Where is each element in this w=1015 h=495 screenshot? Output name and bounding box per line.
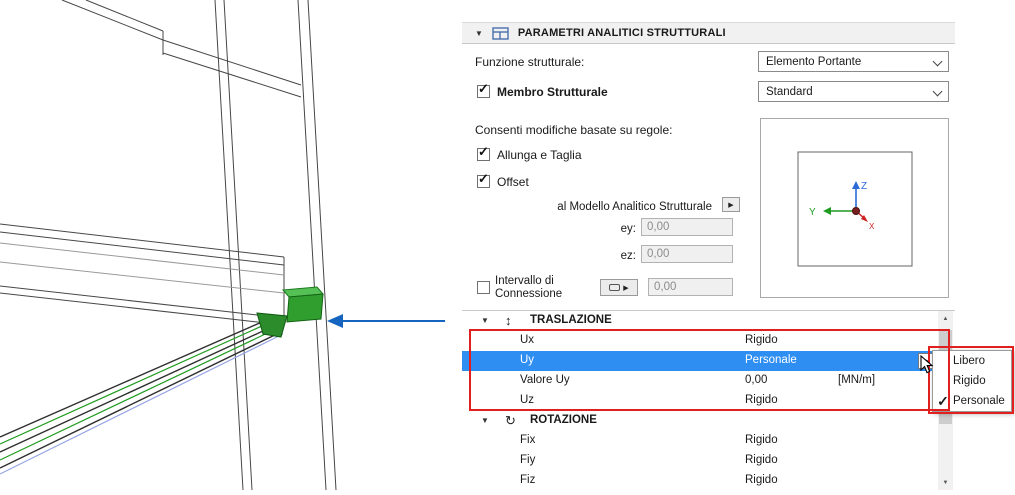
table-row-fix[interactable]: Fix Rigido bbox=[462, 431, 938, 451]
arrow-right-icon: ▶ bbox=[923, 358, 930, 365]
ez-value: 0,00 bbox=[647, 248, 670, 260]
check-icon: ✓ bbox=[937, 393, 949, 409]
axis-x-label: X bbox=[869, 222, 875, 231]
table-row-fiz[interactable]: Fiz Rigido bbox=[462, 471, 938, 491]
membro-value: Standard bbox=[766, 85, 813, 98]
check-icon: ✓ bbox=[478, 144, 489, 159]
menu-item-personale[interactable]: ✓ Personale bbox=[933, 391, 1011, 411]
panel-header[interactable]: ▼ PARAMETRI ANALITICI STRUTTURALI bbox=[462, 22, 955, 44]
axis-z-label: Z bbox=[861, 181, 867, 192]
section-label: ROTAZIONE bbox=[530, 414, 597, 426]
arrow-right-icon: ▶ bbox=[728, 201, 734, 209]
collapse-icon[interactable]: ▼ bbox=[475, 29, 483, 38]
table-row-ux[interactable]: Ux Rigido bbox=[462, 331, 938, 351]
ey-value: 0,00 bbox=[647, 221, 670, 233]
section-rotazione[interactable]: ▼ ↻ ROTAZIONE bbox=[462, 411, 938, 431]
table-row-fiy[interactable]: Fiy Rigido bbox=[462, 451, 938, 471]
row-value: 0,00 bbox=[745, 374, 768, 386]
check-icon: ✓ bbox=[478, 81, 489, 96]
funzione-label: Funzione strutturale: bbox=[475, 55, 585, 69]
row-unit: [MN/m] bbox=[838, 374, 876, 386]
table-row-valore-uy[interactable]: Valore Uy 0,00 [MN/m] bbox=[462, 371, 938, 391]
model-3d-viewport[interactable] bbox=[0, 0, 460, 491]
range-icon bbox=[609, 284, 621, 291]
scroll-down-button[interactable]: ▼ bbox=[938, 475, 953, 490]
panel-title: PARAMETRI ANALITICI STRUTTURALI bbox=[517, 27, 726, 39]
row-name: Fix bbox=[520, 434, 536, 446]
row-value: Rigido bbox=[745, 474, 778, 486]
translation-icon: ↕ bbox=[505, 313, 512, 328]
wireframe-model bbox=[0, 0, 445, 491]
axes-diagram: Z Y X bbox=[797, 151, 913, 267]
structural-parameters-icon bbox=[492, 26, 509, 40]
value-dropdown-menu: Libero Rigido ✓ Personale bbox=[932, 350, 1012, 412]
menu-item-label: Rigido bbox=[953, 375, 986, 387]
table-row-uz[interactable]: Uz Rigido bbox=[462, 391, 938, 411]
row-name: Uy bbox=[520, 354, 535, 366]
allunga-checkbox[interactable]: ✓ bbox=[477, 144, 490, 161]
modello-label: al Modello Analitico Strutturale bbox=[557, 201, 712, 213]
membro-label: Membro Strutturale bbox=[497, 85, 608, 99]
row-value: Rigido bbox=[745, 334, 778, 346]
menu-item-libero[interactable]: Libero bbox=[933, 351, 1011, 371]
regole-label: Consenti modifiche basate su regole: bbox=[475, 123, 673, 137]
ey-field: 0,00 bbox=[641, 218, 733, 236]
row-name: Fiz bbox=[520, 474, 536, 486]
intervallo-checkbox[interactable] bbox=[477, 281, 490, 294]
row-name: Ux bbox=[520, 334, 535, 346]
row-value: Rigido bbox=[745, 394, 778, 406]
row-value: Personale bbox=[745, 354, 797, 366]
origin-dot bbox=[852, 207, 860, 215]
scroll-up-button[interactable]: ▲ bbox=[938, 311, 953, 326]
check-icon: ✓ bbox=[478, 171, 489, 186]
allunga-label: Allunga e Taglia bbox=[497, 148, 582, 162]
profile-preview: Z Y X bbox=[760, 118, 949, 298]
intervallo-label: Intervallo di Connessione bbox=[495, 275, 563, 300]
ey-label: ey: bbox=[620, 223, 636, 235]
menu-item-label: Personale bbox=[953, 395, 1005, 407]
intervallo-value: 0,00 bbox=[654, 281, 677, 293]
funzione-value: Elemento Portante bbox=[766, 55, 862, 68]
collapse-icon[interactable]: ▼ bbox=[481, 416, 489, 425]
table-row-uy-selected[interactable]: Uy Personale ▶ bbox=[462, 351, 938, 371]
intervallo-field: 0,00 bbox=[648, 278, 733, 296]
ez-label: ez: bbox=[620, 250, 636, 262]
section-label: TRASLAZIONE bbox=[530, 314, 612, 326]
row-name: Valore Uy bbox=[520, 374, 570, 386]
row-value: Rigido bbox=[745, 454, 778, 466]
axis-y-label: Y bbox=[809, 207, 816, 218]
membro-dropdown[interactable]: Standard bbox=[758, 81, 949, 102]
connection-node bbox=[256, 286, 325, 338]
row-value: Rigido bbox=[745, 434, 778, 446]
row-name: Fiy bbox=[520, 454, 536, 466]
menu-item-rigido[interactable]: Rigido bbox=[933, 371, 1011, 391]
collapse-icon[interactable]: ▼ bbox=[481, 316, 489, 325]
intervallo-type-button[interactable]: ▶ bbox=[600, 279, 638, 296]
chevron-down-icon bbox=[932, 56, 943, 67]
rotation-icon: ↻ bbox=[505, 413, 516, 428]
arrow-right-icon: ▶ bbox=[623, 284, 629, 292]
offset-checkbox[interactable]: ✓ bbox=[477, 171, 490, 188]
modello-expand-button[interactable]: ▶ bbox=[722, 197, 740, 212]
funzione-dropdown[interactable]: Elemento Portante bbox=[758, 51, 949, 72]
section-traslazione[interactable]: ▼ ↕ TRASLAZIONE bbox=[462, 311, 938, 331]
chevron-down-icon bbox=[932, 86, 943, 97]
annotation-arrow bbox=[327, 314, 445, 328]
ez-field: 0,00 bbox=[641, 245, 733, 263]
row-name: Uz bbox=[520, 394, 535, 406]
menu-item-label: Libero bbox=[953, 355, 985, 367]
membro-checkbox[interactable]: ✓ bbox=[477, 81, 490, 98]
offset-label: Offset bbox=[497, 175, 529, 189]
